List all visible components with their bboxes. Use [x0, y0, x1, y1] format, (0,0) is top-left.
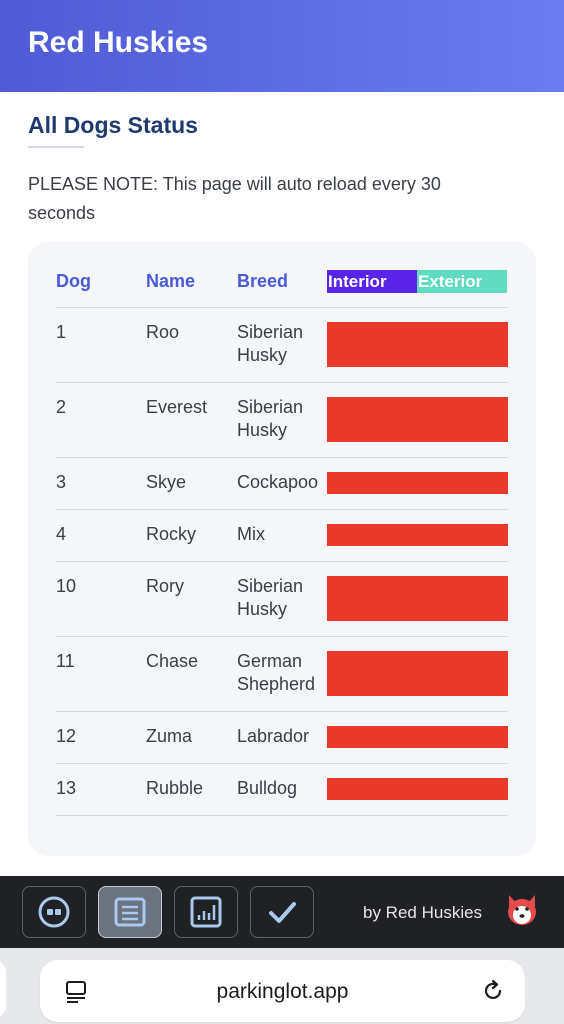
- list-icon: [114, 897, 146, 927]
- cell-breed: German Shepherd: [237, 651, 316, 694]
- url-text: parkinglot.app: [216, 980, 349, 1003]
- title-underline: [28, 146, 84, 148]
- cell-dog: 1: [56, 322, 67, 342]
- status-bar: [327, 524, 508, 546]
- app-header: Red Huskies: [0, 0, 564, 92]
- cell-dog: 11: [56, 651, 75, 671]
- byline: by Red Huskies: [363, 903, 483, 922]
- column-header-interior: Interior: [327, 270, 417, 293]
- table-row: 10 Rory Siberian Husky: [56, 562, 508, 637]
- cell-name: Rubble: [146, 778, 204, 798]
- status-bar: [327, 651, 508, 696]
- cell-dog: 12: [56, 726, 77, 746]
- cell-name: Rory: [146, 576, 185, 596]
- status-bar: [327, 576, 508, 621]
- reload-note: PLEASE NOTE: This page will auto reload …: [28, 174, 441, 223]
- list-view-button[interactable]: [98, 886, 162, 938]
- cell-breed: Cockapoo: [237, 472, 319, 492]
- column-header-breed: Breed: [237, 271, 289, 291]
- cell-breed: Mix: [237, 524, 265, 544]
- status-bar: [327, 472, 508, 494]
- cell-dog: 3: [56, 472, 67, 492]
- dogs-status-card: Dog Name Breed Interior Exterior 1 Roo S…: [28, 242, 536, 856]
- cell-breed: Bulldog: [237, 778, 298, 798]
- cell-name: Zuma: [146, 726, 193, 746]
- table-body: 1 Roo Siberian Husky 2 Everest Siberian …: [56, 308, 508, 816]
- previous-tab[interactable]: [0, 960, 6, 1018]
- status-bar: [327, 726, 508, 748]
- status-bar: [327, 322, 508, 367]
- app-title: Red Huskies: [28, 26, 209, 59]
- chart-icon: [190, 896, 222, 928]
- dogs-view-button[interactable]: [22, 886, 86, 938]
- cell-dog: 2: [56, 397, 67, 417]
- check-icon: [269, 902, 296, 923]
- address-bar[interactable]: parkinglot.app: [40, 960, 525, 1022]
- browser-bar: parkinglot.app: [0, 948, 564, 1024]
- page-title: All Dogs Status: [28, 112, 198, 138]
- cell-breed: Siberian Husky: [237, 397, 304, 440]
- dogs-icon: [38, 896, 70, 928]
- cell-breed: Siberian Husky: [237, 576, 304, 619]
- cell-dog: 13: [56, 778, 77, 798]
- cell-dog: 4: [56, 524, 67, 544]
- cell-name: Skye: [146, 472, 187, 492]
- bottom-toolbar: by Red Huskies: [0, 876, 564, 948]
- status-bar: [327, 778, 508, 800]
- cell-name: Everest: [146, 397, 208, 417]
- status-bar: [327, 397, 508, 442]
- table-row: 13 Rubble Bulldog: [56, 764, 508, 816]
- column-header-exterior: Exterior: [417, 270, 507, 293]
- husky-logo-icon: [508, 895, 536, 925]
- table-row: 11 Chase German Shepherd: [56, 637, 508, 712]
- table-row: 2 Everest Siberian Husky: [56, 383, 508, 458]
- cell-dog: 10: [56, 576, 77, 596]
- cell-name: Chase: [146, 651, 199, 671]
- cell-name: Rocky: [146, 524, 197, 544]
- cell-name: Roo: [146, 322, 180, 342]
- check-view-button[interactable]: [250, 886, 314, 938]
- table-row: 12 Zuma Labrador: [56, 712, 508, 764]
- column-header-dog: Dog: [56, 271, 91, 291]
- column-header-name: Name: [146, 271, 196, 291]
- table-row: 4 Rocky Mix: [56, 510, 508, 562]
- cell-breed: Labrador: [237, 726, 310, 746]
- reload-icon[interactable]: [481, 979, 505, 1003]
- chart-view-button[interactable]: [174, 886, 238, 938]
- cell-breed: Siberian Husky: [237, 322, 304, 365]
- table-header: Dog Name Breed Interior Exterior: [56, 268, 508, 308]
- table-row: 3 Skye Cockapoo: [56, 458, 508, 510]
- table-row: 1 Roo Siberian Husky: [56, 308, 508, 383]
